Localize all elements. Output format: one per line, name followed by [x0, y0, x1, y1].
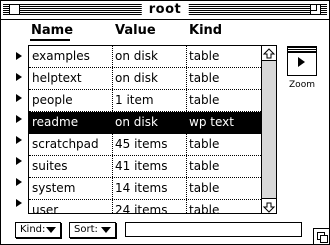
- table-row[interactable]: user 24 items table: [29, 200, 261, 214]
- disclosure-triangle-icon[interactable]: [16, 157, 22, 165]
- table-row[interactable]: system 14 items table: [29, 178, 261, 200]
- cell-value: 45 items: [115, 137, 168, 151]
- arrow-down-icon: [262, 202, 276, 213]
- outline-table: examples on disk table helptext on disk …: [28, 45, 261, 214]
- cell-kind: table: [189, 137, 220, 151]
- grow-box-icon[interactable]: [313, 228, 329, 244]
- column-header-name[interactable]: Name: [31, 23, 73, 39]
- scroll-track[interactable]: [262, 61, 276, 198]
- column-header-name-underline: [30, 39, 70, 41]
- entry-field[interactable]: [125, 222, 302, 237]
- disclosure-triangle-icon[interactable]: [16, 52, 22, 60]
- cell-name: people: [32, 93, 73, 107]
- cell-kind: table: [189, 203, 220, 214]
- table-row[interactable]: people 1 item table: [29, 90, 261, 112]
- disclosure-triangle-icon[interactable]: [16, 199, 22, 207]
- cell-name: scratchpad: [32, 137, 99, 151]
- table-row[interactable]: examples on disk table: [29, 46, 261, 68]
- disclosure-triangle-icon[interactable]: [16, 94, 22, 102]
- column-header-kind[interactable]: Kind: [189, 23, 222, 39]
- cell-name: suites: [32, 159, 68, 173]
- cell-kind: table: [189, 71, 220, 85]
- zoom-icon-titlebar: [288, 47, 316, 53]
- cell-name: helptext: [32, 71, 82, 85]
- cell-kind: table: [189, 159, 220, 173]
- cell-kind: table: [189, 181, 220, 195]
- cell-value: 24 items: [115, 203, 168, 214]
- cell-name: system: [32, 181, 76, 195]
- chevron-down-icon: [101, 227, 111, 233]
- chevron-down-icon: [46, 227, 56, 233]
- zoom-label: Zoom: [289, 80, 315, 90]
- zoom-box[interactable]: [310, 4, 321, 15]
- arrow-up-icon: [262, 48, 276, 59]
- cell-kind: table: [189, 93, 220, 107]
- disclosure-triangle-icon[interactable]: [16, 73, 22, 81]
- title-bar[interactable]: root: [1, 1, 329, 20]
- cell-value: on disk: [115, 71, 158, 85]
- table-row[interactable]: suites 41 items table: [29, 156, 261, 178]
- column-separator: [112, 46, 113, 213]
- column-header-value[interactable]: Value: [115, 23, 156, 39]
- cell-value: on disk: [115, 115, 158, 129]
- disclosure-triangle-icon[interactable]: [16, 115, 22, 123]
- table-row[interactable]: helptext on disk table: [29, 68, 261, 90]
- play-triangle-icon: [298, 57, 305, 67]
- grow-box-front: [320, 235, 328, 243]
- cell-kind: table: [189, 49, 220, 63]
- disclosure-triangle-icon[interactable]: [16, 136, 22, 144]
- root-window: root Name Value Kind examples on disk ta…: [0, 0, 330, 245]
- column-separator: [186, 46, 187, 213]
- vertical-scrollbar[interactable]: [261, 45, 277, 214]
- window-title: root: [141, 2, 189, 18]
- scroll-up-button[interactable]: [262, 46, 276, 61]
- kind-popup-label: Kind:: [20, 224, 46, 235]
- cell-value: 1 item: [115, 93, 154, 107]
- cell-name: examples: [32, 49, 90, 63]
- cell-value: 14 items: [115, 181, 168, 195]
- kind-popup[interactable]: Kind:: [15, 222, 61, 238]
- cell-name: readme: [32, 115, 79, 129]
- zoom-window-icon[interactable]: [287, 46, 317, 76]
- sort-popup[interactable]: Sort:: [69, 222, 116, 238]
- scroll-down-button[interactable]: [262, 198, 276, 213]
- table-row[interactable]: scratchpad 45 items table: [29, 134, 261, 156]
- sort-popup-label: Sort:: [74, 224, 98, 235]
- cell-kind: wp text: [189, 115, 234, 129]
- disclosure-triangle-icon[interactable]: [16, 178, 22, 186]
- table-row-selected[interactable]: readme on disk wp text: [29, 112, 261, 134]
- cell-value: on disk: [115, 49, 158, 63]
- close-box[interactable]: [9, 4, 20, 15]
- cell-name: user: [32, 203, 59, 214]
- cell-value: 41 items: [115, 159, 168, 173]
